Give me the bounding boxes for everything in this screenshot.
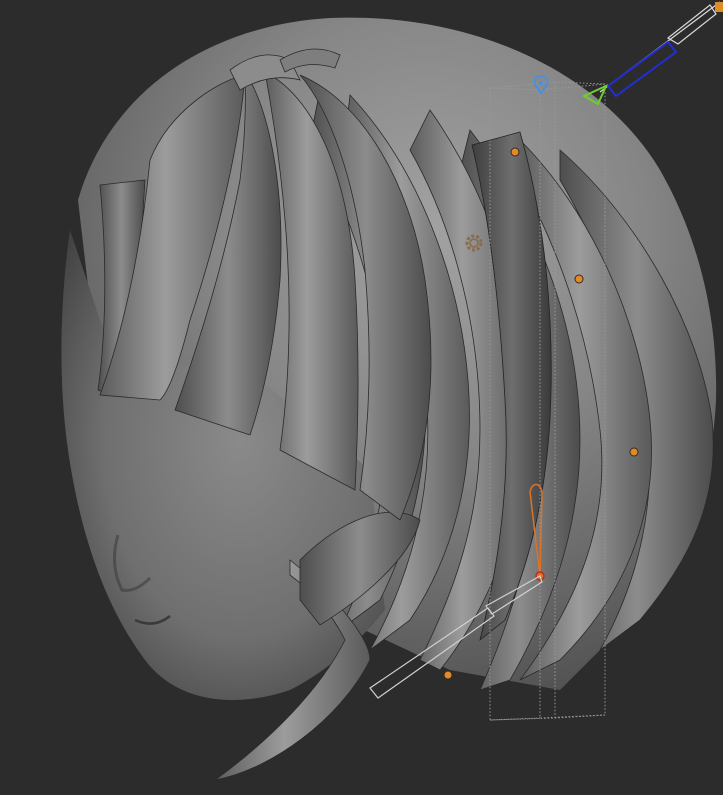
control-point-icon — [443, 670, 453, 680]
control-point-icon — [510, 147, 520, 157]
3d-viewport[interactable] — [0, 0, 723, 795]
control-point-icon — [574, 274, 584, 284]
transform-gizmo[interactable] — [581, 1, 723, 106]
control-point-icon — [629, 447, 639, 457]
viewport-canvas[interactable] — [0, 0, 723, 795]
